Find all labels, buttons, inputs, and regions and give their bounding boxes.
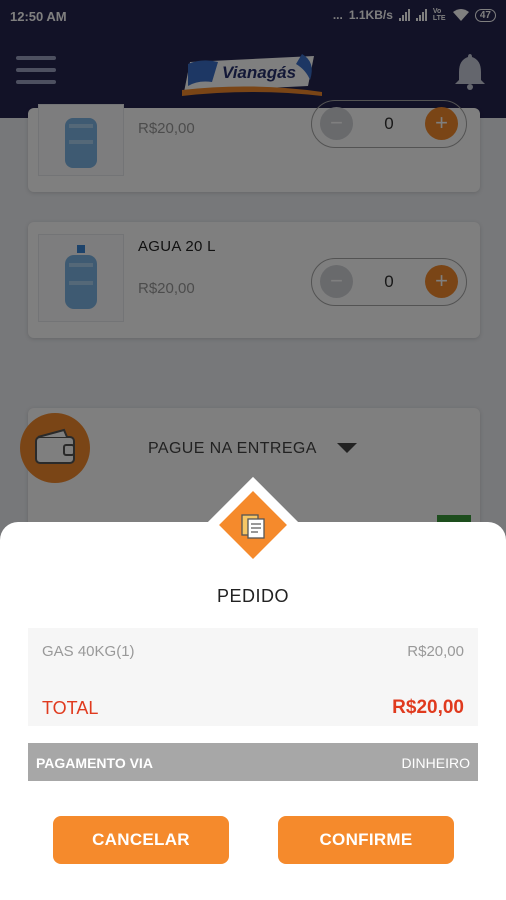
cancel-button[interactable]: CANCELAR <box>53 816 229 864</box>
payment-value: DINHEIRO <box>401 755 470 771</box>
order-item-price: R$20,00 <box>407 643 464 660</box>
total-label: TOTAL <box>42 698 99 718</box>
total-value: R$20,00 <box>392 697 464 718</box>
order-item-name: GAS 40KG(1) <box>42 643 135 660</box>
receipt-icon <box>241 514 265 539</box>
order-summary: GAS 40KG(1) R$20,00 TOTAL R$20,00 <box>28 628 478 726</box>
order-title: PEDIDO <box>216 586 289 606</box>
payment-label: PAGAMENTO VIA <box>36 755 153 771</box>
confirm-button[interactable]: CONFIRME <box>278 816 454 864</box>
payment-method-bar: PAGAMENTO VIA DINHEIRO <box>28 743 478 781</box>
